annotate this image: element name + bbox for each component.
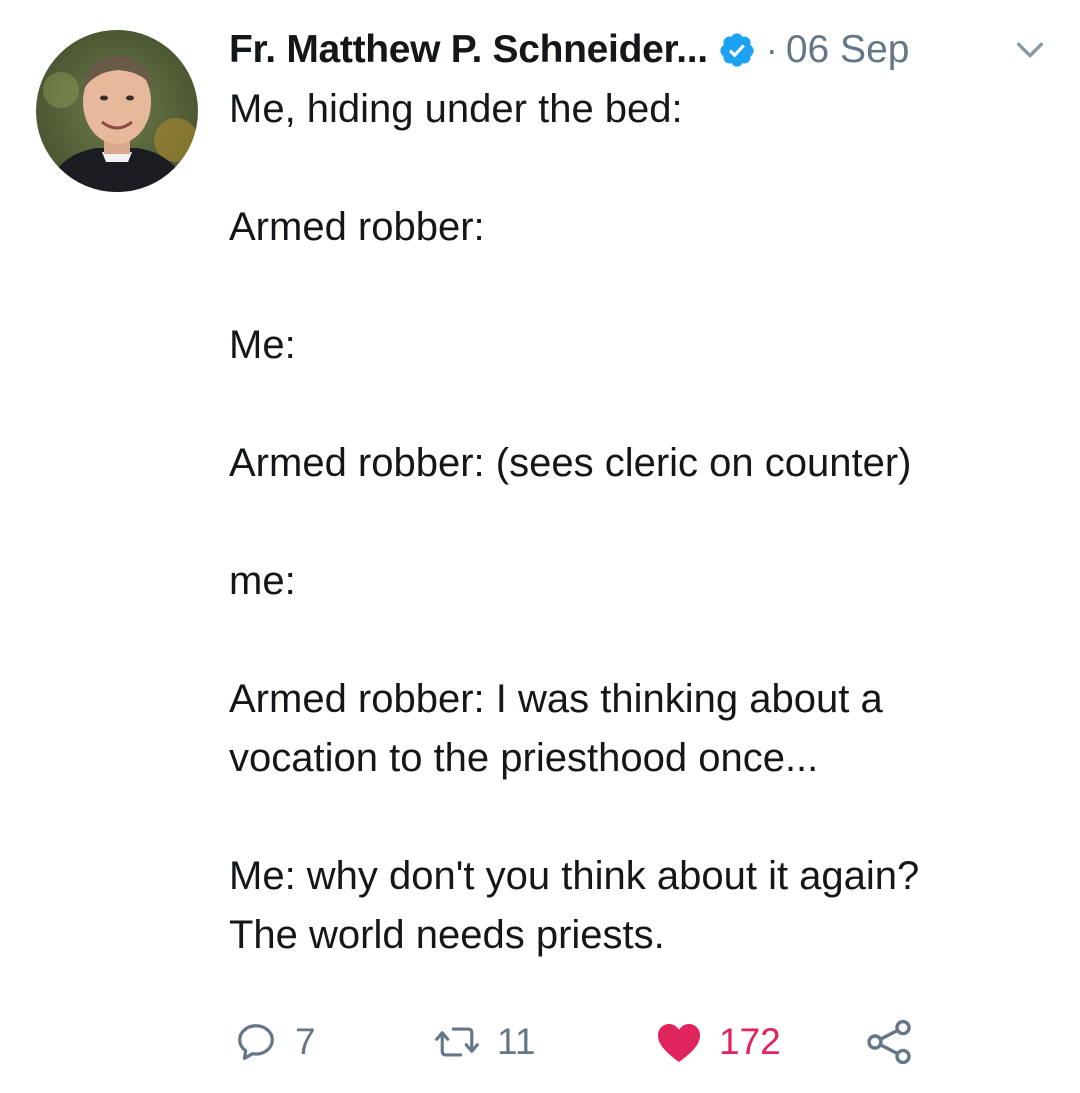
tweet-header: Fr. Matthew P. Schneider... · 06 Sep	[229, 22, 1059, 78]
share-icon	[867, 1019, 911, 1065]
tweet-line: Armed robber: (sees cleric on counter)	[229, 441, 912, 485]
share-button[interactable]	[865, 1012, 913, 1072]
action-bar: 7 11 172	[233, 1012, 933, 1072]
like-count: 172	[719, 1021, 781, 1062]
tweet-line: me:	[229, 559, 296, 603]
verified-badge-icon	[718, 31, 756, 69]
tweet-line: Me:	[229, 323, 296, 367]
header-separator: ·	[765, 29, 778, 70]
tweet-line: Me, hiding under the bed:	[229, 87, 683, 131]
tweet-line: The world needs priests.	[229, 913, 665, 957]
tweet-date[interactable]: 06 Sep	[786, 28, 910, 72]
tweet-line: Armed robber:	[229, 205, 485, 249]
tweet-line: vocation to the priesthood once...	[229, 736, 819, 780]
tweet-line: Armed robber: I was thinking about a	[229, 677, 883, 721]
reply-count: 7	[295, 1021, 316, 1062]
retweet-count: 11	[497, 1021, 536, 1062]
tweet-line: Me: why don't you think about it again?	[229, 854, 920, 898]
retweet-button[interactable]: 11	[433, 1012, 535, 1072]
author-name[interactable]: Fr. Matthew P. Schneider...	[229, 28, 708, 72]
tweet-body: Me, hiding under the bed: Armed robber: …	[229, 80, 1049, 965]
reply-icon	[238, 1024, 274, 1060]
avatar[interactable]	[36, 30, 198, 192]
reply-button[interactable]: 7	[233, 1012, 316, 1072]
retweet-icon	[435, 1027, 479, 1057]
heart-icon	[658, 1024, 700, 1062]
chevron-down-icon[interactable]	[1013, 33, 1047, 67]
like-button[interactable]: 172	[655, 1012, 781, 1072]
